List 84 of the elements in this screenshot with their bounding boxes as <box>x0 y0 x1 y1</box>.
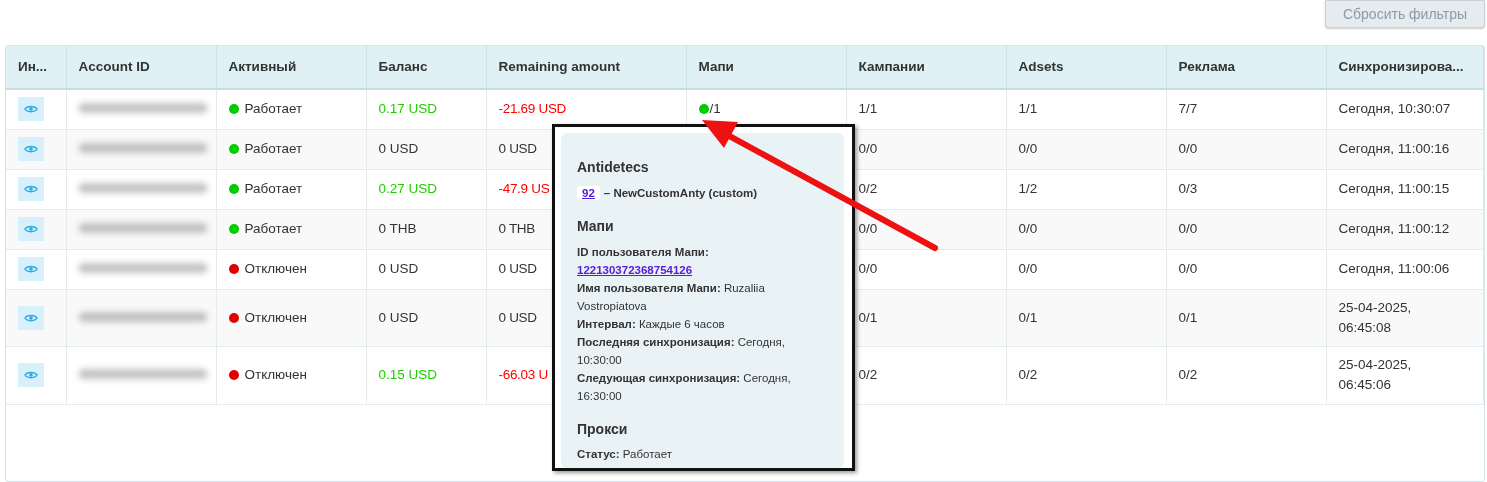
info-line: Статус: Работает <box>577 447 674 463</box>
balance-text: 0.17 USD <box>378 101 438 117</box>
sync-time: 25-04-2025, 06:45:08 <box>1338 299 1412 335</box>
sync-time: Сегодня, 11:00:12 <box>1338 220 1450 236</box>
count-text: 0/0 <box>1178 220 1198 236</box>
column-header[interactable]: Adsets <box>1018 58 1064 74</box>
count-text: 0/0 <box>1018 220 1038 236</box>
column-header[interactable]: Активный <box>228 58 297 74</box>
sync-time: 25-04-2025, 06:45:06 <box>1338 357 1412 393</box>
column-header[interactable]: Мапи <box>698 58 734 74</box>
section-title: Прокси <box>577 420 629 438</box>
count-text: 0/1 <box>1178 309 1198 325</box>
balance-text: 0.27 USD <box>378 180 438 196</box>
eye-icon <box>24 184 38 194</box>
status-text: Отключен <box>244 309 307 325</box>
count-text: 0/3 <box>1178 180 1198 196</box>
count-text: 0/0 <box>1178 140 1198 156</box>
count-text: 0/2 <box>858 180 878 196</box>
balance-text: 0 USD <box>378 309 419 325</box>
eye-icon <box>24 104 38 115</box>
balance-text: 0 USD <box>378 260 419 276</box>
column-header[interactable]: Кампании <box>858 58 925 74</box>
view-button[interactable] <box>18 257 44 281</box>
view-button[interactable] <box>18 305 44 330</box>
status-text: Работает <box>244 180 303 196</box>
mapi-text: /1 <box>709 101 721 117</box>
info-line: ID пользователя Мапи: 122130372368754126 <box>577 244 710 278</box>
count-text: 1/2 <box>1018 180 1038 196</box>
eye-icon <box>24 144 38 154</box>
remaining-text: 0 THB <box>498 220 535 236</box>
balance-text: 0.15 USD <box>378 367 438 383</box>
info-line: Последняя синхронизация: Сегодня, 10:30:00 <box>577 334 786 368</box>
sync-time: Сегодня, 11:00:16 <box>1338 140 1450 156</box>
column-header[interactable]: Реклама <box>1178 58 1235 74</box>
count-text: 0/0 <box>1018 140 1038 156</box>
count-text: 0/0 <box>858 140 878 156</box>
status-text: Работает <box>244 140 303 156</box>
eye-icon <box>24 224 38 234</box>
remaining-text: 0 USD <box>498 140 537 156</box>
status-text: Работает <box>244 101 303 117</box>
info-line: Имя пользователя Мапи: Ruzaliia Vostropiatova <box>577 280 766 314</box>
count-text: 0/0 <box>858 260 878 276</box>
user-id-link[interactable]: 122130372368754126 <box>577 263 693 276</box>
view-button[interactable] <box>18 137 44 161</box>
eye-icon <box>24 264 38 274</box>
remaining-text: -47.9 US <box>498 180 550 196</box>
column-header[interactable]: Account ID <box>78 58 150 74</box>
balance-text: 0 THB <box>378 220 417 236</box>
section-title: Antidetecs <box>577 159 650 176</box>
count-text: 0/0 <box>1178 260 1198 276</box>
info-line: Интервал: Каждые 6 часов <box>577 316 726 332</box>
count-text: 1/1 <box>1018 101 1038 117</box>
count-text: 0/0 <box>1018 260 1038 276</box>
antidetect-line: 92 – NewCustomAnty (custom) <box>577 183 814 202</box>
count-text: 7/7 <box>1178 101 1198 117</box>
view-button[interactable] <box>18 97 44 122</box>
remaining-text: -21.69 USD <box>498 101 567 117</box>
view-button[interactable] <box>18 177 44 201</box>
sync-time: Сегодня, 11:00:06 <box>1338 260 1450 276</box>
column-header[interactable]: Ин... <box>18 58 48 74</box>
count-text: 0/0 <box>858 220 878 236</box>
count-text: 0/2 <box>1018 367 1038 383</box>
count-text: 1/1 <box>858 101 878 117</box>
sync-time: Сегодня, 11:00:15 <box>1338 180 1450 196</box>
profile-link[interactable]: 92 <box>577 185 600 200</box>
status-text: Работает <box>244 220 303 236</box>
count-text: 0/2 <box>1178 367 1198 383</box>
eye-icon <box>24 312 38 323</box>
remaining-text: -66.03 U <box>498 367 548 383</box>
remaining-text: 0 USD <box>498 309 537 325</box>
section-title: Мапи <box>577 217 615 235</box>
view-button[interactable] <box>18 217 44 241</box>
status-text: Отключен <box>244 367 307 383</box>
info-line: Следующая синхронизация: Сегодня, 16:30:00 <box>577 370 792 404</box>
count-text: 0/1 <box>1018 309 1038 325</box>
view-button[interactable] <box>18 363 44 388</box>
sync-time: Сегодня, 10:30:07 <box>1338 101 1451 117</box>
column-header[interactable]: Баланс <box>378 58 428 74</box>
balance-text: 0 USD <box>378 140 419 156</box>
eye-icon <box>24 370 38 381</box>
count-text: 0/1 <box>858 309 878 325</box>
count-text: 0/2 <box>858 367 878 383</box>
remaining-text: 0 USD <box>498 260 537 276</box>
status-text: Отключен <box>244 260 307 276</box>
